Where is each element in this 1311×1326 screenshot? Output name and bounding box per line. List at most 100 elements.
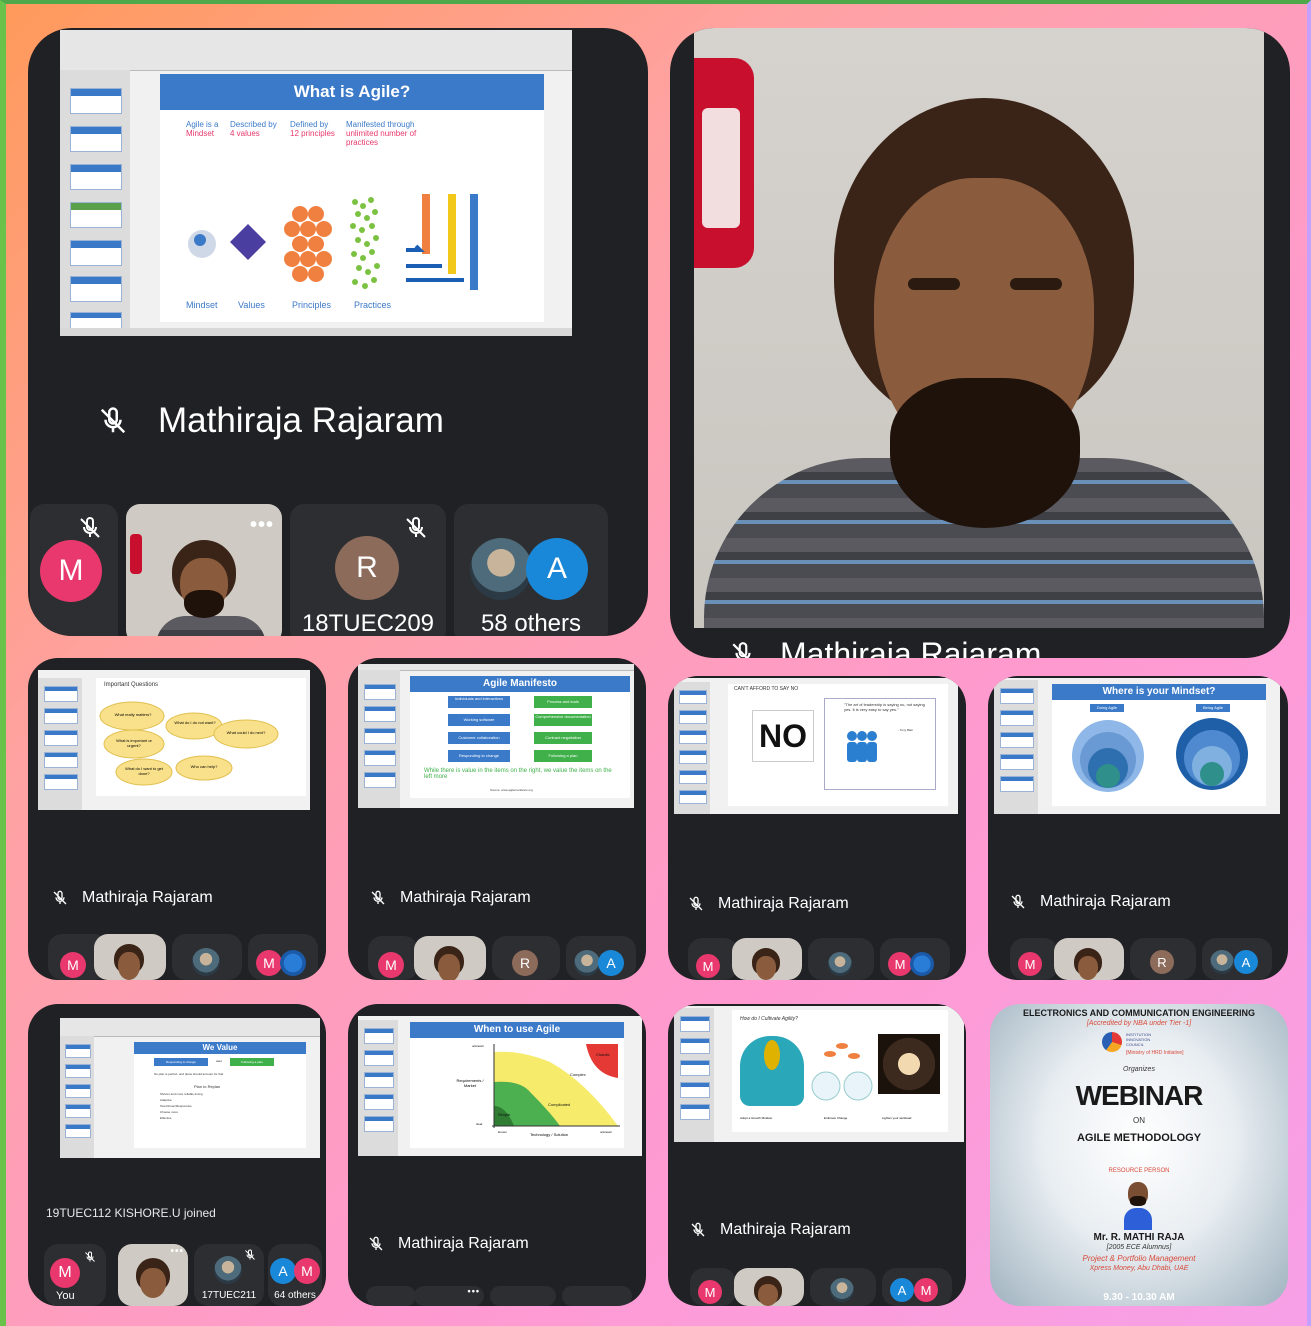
participant-video-tile[interactable] (94, 934, 166, 980)
participant-tile[interactable] (490, 1286, 556, 1306)
participant-video-tile[interactable]: ••• (126, 504, 282, 636)
participant-tile[interactable] (810, 1268, 876, 1306)
value-right: Following a plan (230, 1058, 274, 1066)
poster-department: ELECTRONICS AND COMMUNICATION ENGINEERIN… (1022, 1008, 1255, 1018)
cloud-text: What could I do next? (226, 730, 266, 735)
others-tile[interactable]: M (880, 938, 950, 980)
slide-title: We Value (134, 1042, 306, 1054)
slide-label: Values (238, 300, 265, 310)
participant-video-tile[interactable] (734, 1268, 804, 1306)
poster-time: 9.30 - 10.30 AM (1103, 1292, 1175, 1303)
meeting-card-video: Mathiraja Rajaram (670, 28, 1290, 658)
others-tile[interactable]: A 58 others (454, 504, 608, 636)
value-left: Individuals and interactions (448, 696, 510, 708)
participant-video-tile[interactable]: ••• (414, 1286, 484, 1306)
cloud-text: Who can help? (190, 764, 218, 769)
presenter-name-bar: Mathiraja Rajaram (730, 634, 1041, 658)
mic-off-icon (688, 895, 704, 913)
participant-video-tile[interactable] (414, 936, 486, 980)
participant-tile[interactable]: 17TUEC211 (194, 1244, 264, 1306)
slide-title: Agile Manifesto (410, 676, 630, 692)
agile-diagram (188, 194, 478, 290)
group-photo (574, 950, 600, 976)
more-icon[interactable]: ••• (468, 1286, 480, 1296)
slide-bullet: Effective (160, 1116, 172, 1120)
group-photo (910, 952, 934, 976)
more-icon[interactable]: ••• (250, 514, 274, 537)
shared-screen: Agile Manifesto Individuals and interact… (358, 664, 634, 808)
mic-off-icon (368, 1235, 384, 1253)
people-icon (847, 731, 877, 762)
slide-label: Principles (292, 300, 332, 310)
presenter-name: Mathiraja Rajaram (400, 889, 531, 906)
presenter-name: Mathiraja Rajaram (720, 1221, 851, 1238)
slide-where-mindset: Where is your Mindset? Doing Agile Being… (1052, 684, 1266, 806)
avatar: M (40, 540, 102, 602)
meeting-card-manifesto: Agile Manifesto Individuals and interact… (348, 658, 646, 980)
zone-label: Chaotic (596, 1052, 610, 1057)
participant-tile[interactable]: R 18TUEC209 (290, 504, 446, 636)
others-tile[interactable]: A M 64 others (268, 1244, 322, 1306)
zone-label: Complex (570, 1072, 586, 1077)
slide-bullet: Adaptive (160, 1098, 172, 1102)
presenter-name: Mathiraja Rajaram (158, 401, 444, 440)
quote-text: "The art of leadership is saying no, not… (844, 702, 925, 712)
participant-tile[interactable]: M (690, 1268, 736, 1306)
participant-tile-you[interactable]: M You (44, 1244, 106, 1306)
axis-tick: known (498, 1130, 507, 1134)
speaker-photo (1118, 1180, 1158, 1230)
meeting-card-questions: Important Questions What really matters?… (28, 658, 326, 980)
participant-tile[interactable]: R (1130, 938, 1196, 980)
cloud-text: What do I want to get done? (125, 766, 163, 776)
avatar: R (1150, 950, 1174, 974)
participant-tile[interactable] (808, 938, 874, 980)
poster-topic: AGILE METHODOLOGY (1076, 1132, 1202, 1144)
shared-screen: Important Questions What really matters?… (38, 670, 310, 810)
group-photo (1210, 950, 1234, 974)
presenter-name-bar: Mathiraja Rajaram (1010, 890, 1171, 914)
poster-title: WEBINAR (1075, 1080, 1204, 1111)
participant-tile[interactable]: M (368, 936, 418, 980)
meeting-card-main-presentation: What is Agile? Agile is a Mindset Descri… (28, 28, 648, 636)
axis-label-x: Technology / Solution (530, 1132, 569, 1137)
participant-tile[interactable] (172, 934, 242, 980)
webinar-poster: ELECTRONICS AND COMMUNICATION ENGINEERIN… (990, 1004, 1288, 1306)
others-tile[interactable] (562, 1286, 632, 1306)
participant-tile[interactable]: M (30, 504, 118, 636)
participant-name: You (56, 1290, 75, 1302)
avatar: M (914, 1278, 938, 1302)
mic-off-icon (244, 1248, 256, 1262)
participant-video-tile[interactable]: ••• (118, 1244, 188, 1306)
avatar: A (1234, 950, 1258, 974)
meeting-card-cultivate: How do I Cultivate Agility? Adopt a Grow… (668, 1004, 966, 1306)
avatar: M (698, 1280, 722, 1304)
participant-tile[interactable] (366, 1286, 416, 1306)
avatar: M (60, 952, 86, 978)
participant-tile[interactable]: M (1010, 938, 1058, 980)
manifesto-note: While there is value in the items on the… (424, 768, 612, 780)
axis-tick: unknown (600, 1130, 613, 1134)
question-clouds (99, 701, 279, 786)
others-tile[interactable]: A M (882, 1268, 952, 1306)
participant-name: 18TUEC209 (301, 610, 435, 636)
value-right: Comprehensive documentation (534, 714, 592, 726)
others-tile[interactable]: A (1202, 938, 1272, 980)
quote-attribution: - Tony Blair (898, 728, 913, 732)
value-left: Responding to change (448, 750, 510, 762)
slide-we-value: We Value Responding to change over Follo… (134, 1042, 306, 1148)
participant-tile[interactable]: R (492, 936, 560, 980)
others-tile[interactable]: A (566, 936, 636, 980)
more-icon[interactable]: ••• (170, 1246, 184, 1257)
others-tile[interactable]: M (248, 934, 318, 980)
presenter-name-bar: Mathiraja Rajaram (690, 1218, 851, 1242)
meeting-card-when-agile: When to use Agile Chaotic Complex Compli… (348, 1004, 646, 1306)
participant-video-tile[interactable] (1054, 938, 1124, 980)
avatar: A (890, 1278, 914, 1302)
group-photo (828, 952, 852, 976)
participant-video-tile[interactable] (732, 938, 802, 980)
slide-title: CAN'T AFFORD TO SAY NO (734, 686, 799, 692)
participant-tile[interactable]: M (688, 938, 738, 980)
presenter-video (694, 28, 1264, 628)
axis-tick: clear (476, 1122, 483, 1126)
image-caption: Adopt a Growth Mindset (740, 1116, 773, 1120)
